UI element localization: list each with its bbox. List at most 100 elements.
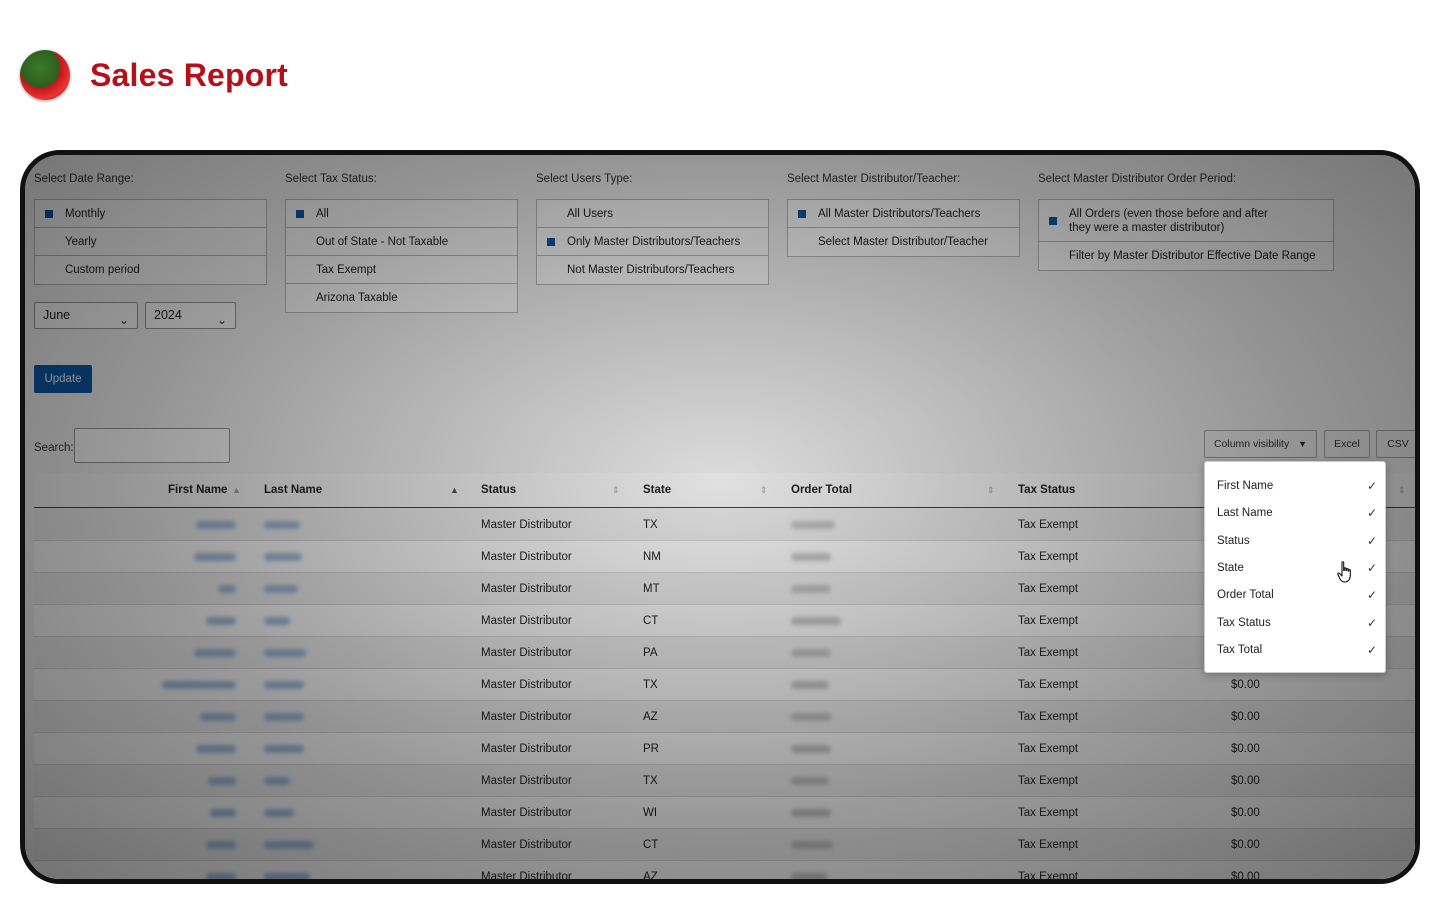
check-icon: ✓	[1366, 479, 1377, 493]
first-name-cell	[194, 649, 236, 657]
check-icon: ✓	[1366, 588, 1377, 602]
sort-icon: ⇕	[1398, 485, 1406, 495]
tax-status-arizona[interactable]: Arizona Taxable	[286, 284, 517, 312]
update-button[interactable]: Update	[34, 365, 92, 393]
status-cell: Master Distributor	[481, 743, 572, 755]
chevron-down-icon: ⌄	[118, 313, 129, 327]
last-name-cell	[264, 809, 294, 817]
csv-button[interactable]: CSV	[1376, 430, 1415, 458]
table-row[interactable]: Master Distributor TX Tax Exempt $0.00	[34, 669, 1415, 701]
menu-item-tax-total[interactable]: Tax Total ✓	[1217, 640, 1377, 660]
last-name-cell	[264, 713, 304, 721]
date-range-monthly[interactable]: Monthly	[35, 200, 266, 228]
tax-status-label: Select Tax Status:	[285, 173, 377, 185]
state-cell: AZ	[643, 711, 658, 723]
first-name-cell	[210, 809, 236, 817]
sort-icon: ▲︎	[232, 485, 241, 495]
last-name-cell	[264, 873, 310, 879]
state-cell: CT	[643, 615, 659, 627]
users-type-not-master[interactable]: Not Master Distributors/Teachers	[537, 256, 768, 284]
table-row[interactable]: Master Distributor PR Tax Exempt $0.00	[34, 733, 1415, 765]
first-name-cell	[206, 617, 236, 625]
first-name-cell	[206, 873, 236, 879]
first-name-cell	[162, 681, 236, 689]
page-title: Sales Report	[90, 56, 289, 93]
status-cell: Master Distributor	[481, 647, 572, 659]
users-type-master-only[interactable]: Only Master Distributors/Teachers	[537, 228, 768, 256]
menu-item-first-name[interactable]: First Name ✓	[1217, 476, 1377, 496]
last-name-cell	[264, 649, 306, 657]
tax-status-exempt[interactable]: Tax Exempt	[286, 256, 517, 284]
check-icon: ✓	[1366, 616, 1377, 630]
menu-item-last-name[interactable]: Last Name ✓	[1217, 503, 1377, 523]
order-total-cell	[791, 841, 833, 849]
state-cell: PR	[643, 743, 659, 755]
tax-status-cell: Tax Exempt	[1018, 775, 1079, 787]
excel-button[interactable]: Excel	[1324, 430, 1370, 458]
table-row[interactable]: Master Distributor TX Tax Exempt $0.00	[34, 765, 1415, 797]
order-total-cell	[791, 617, 841, 625]
status-cell: Master Distributor	[481, 519, 572, 531]
sort-icon: ⇕	[987, 485, 995, 495]
date-range-custom[interactable]: Custom period	[35, 256, 266, 284]
tax-status-all[interactable]: All	[286, 200, 517, 228]
users-type-filter: Select Users Type: All Users Only Master…	[536, 173, 769, 285]
order-period-effective-range[interactable]: Filter by Master Distributor Effective D…	[1039, 242, 1333, 270]
tax-total-cell: $0.00	[1231, 839, 1260, 851]
order-total-cell	[791, 777, 829, 785]
search-input[interactable]	[74, 428, 230, 463]
menu-item-status[interactable]: Status ✓	[1217, 531, 1377, 551]
state-cell: TX	[643, 519, 658, 531]
th-status[interactable]: Status	[481, 473, 516, 508]
tax-status-out-of-state[interactable]: Out of State - Not Taxable	[286, 228, 517, 256]
th-state[interactable]: State	[643, 473, 671, 508]
menu-item-order-total[interactable]: Order Total ✓	[1217, 585, 1377, 605]
first-name-cell	[206, 841, 236, 849]
tax-status-cell: Tax Exempt	[1018, 519, 1079, 531]
th-tax-status[interactable]: Tax Status	[1018, 473, 1075, 508]
order-total-cell	[791, 745, 831, 753]
last-name-cell	[264, 617, 290, 625]
sort-icon: ⇕	[760, 485, 768, 495]
check-icon: ✓	[1366, 534, 1377, 548]
master-distributor-all[interactable]: All Master Distributors/Teachers	[788, 200, 1019, 228]
th-first-name[interactable]: First Name	[168, 473, 227, 508]
state-cell: WI	[643, 807, 658, 819]
status-cell: Master Distributor	[481, 775, 572, 787]
master-distributor-select[interactable]: Select Master Distributor/Teacher	[788, 228, 1019, 256]
order-total-cell	[791, 681, 829, 689]
users-type-label: Select Users Type:	[536, 173, 633, 185]
tax-status-cell: Tax Exempt	[1018, 743, 1079, 755]
check-icon: ✓	[1366, 506, 1377, 520]
tax-status-cell: Tax Exempt	[1018, 679, 1079, 691]
year-select[interactable]: 2024 ⌄	[145, 302, 236, 329]
date-range-label: Select Date Range:	[34, 173, 134, 185]
month-select[interactable]: June ⌄	[34, 302, 138, 329]
th-last-name[interactable]: Last Name	[264, 473, 322, 508]
column-visibility-button[interactable]: Column visibility ▼	[1204, 430, 1317, 458]
table-row[interactable]: Master Distributor WI Tax Exempt $0.00	[34, 797, 1415, 829]
order-period-all-orders[interactable]: All Orders (even those before and after …	[1039, 200, 1333, 242]
order-period-label: Select Master Distributor Order Period:	[1038, 173, 1237, 185]
state-cell: AZ	[643, 871, 658, 883]
search-label: Search:	[34, 442, 74, 454]
date-range-yearly[interactable]: Yearly	[35, 228, 266, 256]
tax-total-cell: $0.00	[1231, 743, 1260, 755]
order-total-cell	[791, 873, 827, 879]
master-distributor-label: Select Master Distributor/Teacher:	[787, 173, 961, 185]
order-total-cell	[791, 713, 831, 721]
table-row[interactable]: Master Distributor AZ Tax Exempt $0.00	[34, 861, 1415, 883]
menu-item-tax-status[interactable]: Tax Status ✓	[1217, 613, 1377, 633]
th-order-total[interactable]: Order Total	[791, 473, 852, 508]
month-select-value: June	[43, 308, 71, 322]
first-name-cell	[208, 777, 236, 785]
caret-down-icon: ▼	[1298, 439, 1308, 449]
users-type-all[interactable]: All Users	[537, 200, 768, 228]
order-total-cell	[791, 809, 831, 817]
check-icon: ✓	[1366, 643, 1377, 657]
table-row[interactable]: Master Distributor AZ Tax Exempt $0.00	[34, 701, 1415, 733]
tax-total-cell: $0.00	[1231, 871, 1260, 883]
table-row[interactable]: Master Distributor CT Tax Exempt $0.00	[34, 829, 1415, 861]
state-cell: TX	[643, 679, 658, 691]
order-total-cell	[791, 553, 831, 561]
